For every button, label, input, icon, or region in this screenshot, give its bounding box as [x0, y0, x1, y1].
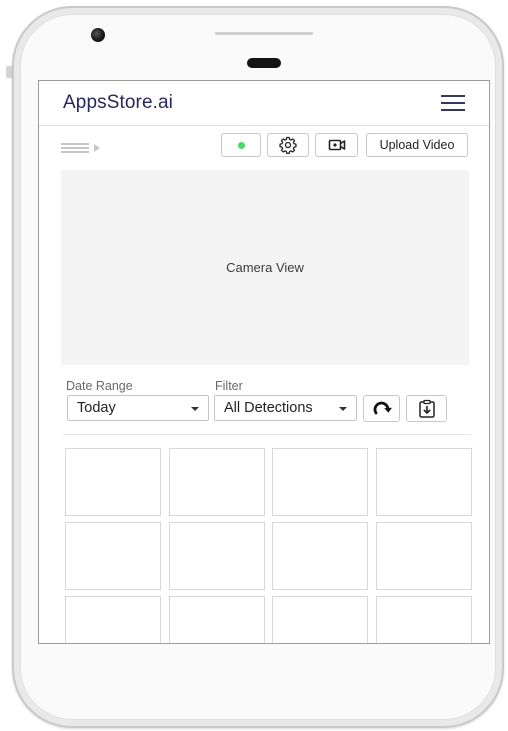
detection-filter-select[interactable]: All Detections [214, 395, 357, 421]
gear-icon [279, 136, 297, 154]
filter-label: Filter [215, 379, 243, 393]
detection-thumbnail[interactable] [169, 596, 265, 643]
chevron-down-icon [191, 407, 199, 411]
detection-thumbnail[interactable] [376, 522, 472, 590]
app-screen: AppsStore.ai Upload Video Camera View Da… [38, 80, 490, 644]
detection-thumbnail[interactable] [65, 596, 161, 643]
detection-thumbnail[interactable] [169, 522, 265, 590]
date-range-label: Date Range [66, 379, 133, 393]
hamburger-menu-icon[interactable] [441, 94, 465, 112]
chevron-down-icon [339, 407, 347, 411]
detection-thumbnail[interactable] [272, 522, 368, 590]
export-button[interactable] [406, 395, 447, 422]
collapsed-panel-icon[interactable] [61, 143, 105, 155]
date-range-value: Today [77, 400, 116, 416]
video-camera-icon [328, 139, 345, 151]
download-clipboard-icon [418, 399, 435, 418]
record-button[interactable] [315, 133, 358, 157]
phone-speaker-grille [215, 32, 313, 35]
upload-video-button[interactable]: Upload Video [366, 133, 468, 157]
status-button[interactable] [221, 133, 261, 157]
detection-thumbnail[interactable] [65, 448, 161, 516]
status-indicator-dot [237, 141, 245, 149]
front-camera [91, 28, 105, 42]
detection-thumbnail[interactable] [272, 448, 368, 516]
app-header: AppsStore.ai [39, 81, 489, 126]
refresh-button[interactable] [363, 395, 400, 422]
refresh-icon [373, 401, 392, 414]
phone-earpiece [247, 58, 281, 68]
app-title: AppsStore.ai [63, 92, 173, 113]
toolbar: Upload Video [39, 125, 489, 169]
detection-thumbnail[interactable] [169, 448, 265, 516]
settings-button[interactable] [267, 133, 309, 157]
camera-view: Camera View [61, 170, 469, 365]
detection-thumbnail[interactable] [272, 596, 368, 643]
camera-view-label: Camera View [226, 260, 304, 275]
detection-thumbnail[interactable] [376, 596, 472, 643]
filter-value: All Detections [224, 400, 313, 416]
divider [63, 434, 471, 435]
date-range-select[interactable]: Today [67, 395, 209, 421]
detection-thumbnail[interactable] [65, 522, 161, 590]
detection-thumbnail[interactable] [376, 448, 472, 516]
